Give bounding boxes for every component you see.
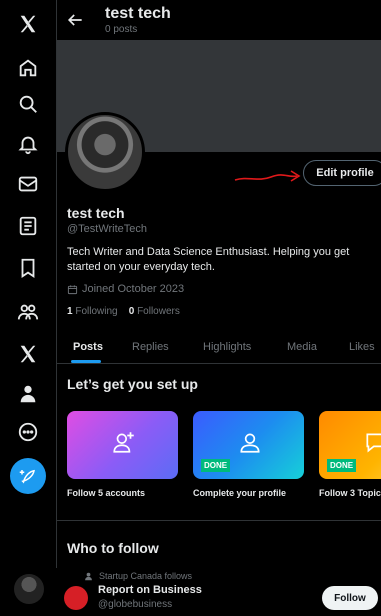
- tab-highlights[interactable]: Highlights: [203, 341, 251, 353]
- home-icon[interactable]: [12, 52, 44, 84]
- profile-main: test tech 0 posts Edit profile test tech…: [56, 0, 381, 616]
- followers-label: Followers: [137, 306, 180, 317]
- add-person-icon: [113, 432, 134, 453]
- done-badge: DONE: [201, 459, 231, 472]
- x-logo-icon[interactable]: [12, 8, 44, 40]
- joined-date: Joined October 2023: [67, 283, 184, 295]
- feather-plus-icon: [19, 469, 35, 484]
- calendar-icon: [67, 284, 78, 294]
- profile-person-icon[interactable]: [12, 378, 44, 410]
- suggested-account-name[interactable]: Report on Business: [98, 584, 202, 596]
- red-annotation-arrow: [234, 170, 301, 182]
- premium-x-icon[interactable]: [12, 338, 44, 370]
- follow-stats: 1 Following 0 Followers: [67, 306, 180, 317]
- header-posts-count: 0 posts: [105, 24, 138, 35]
- followers-link[interactable]: 0 Followers: [129, 306, 180, 317]
- edit-profile-button[interactable]: Edit profile: [303, 160, 381, 186]
- bookmarks-icon[interactable]: [12, 252, 44, 284]
- who-to-follow-row[interactable]: Startup Canada follows Report on Busines…: [56, 568, 381, 616]
- more-options-icon[interactable]: [12, 416, 44, 448]
- search-icon[interactable]: [12, 88, 44, 120]
- compose-post-button[interactable]: [10, 458, 46, 494]
- setup-card-label: Follow 3 Topics: [319, 488, 381, 498]
- tab-likes[interactable]: Likes: [349, 341, 375, 353]
- active-tab-indicator: [71, 360, 101, 363]
- following-count: 1: [67, 306, 73, 317]
- followers-count: 0: [128, 306, 135, 317]
- header-title: test tech: [105, 5, 171, 22]
- profile-header-bar: test tech 0 posts: [57, 0, 381, 40]
- who-to-follow-title: Who to follow: [67, 540, 159, 556]
- communities-icon[interactable]: [12, 296, 44, 328]
- person-icon: [240, 433, 260, 453]
- profile-avatar[interactable]: [65, 112, 145, 192]
- report-on-business-avatar[interactable]: [64, 586, 88, 610]
- app-frame: test tech 0 posts Edit profile test tech…: [0, 0, 381, 616]
- tab-media[interactable]: Media: [287, 341, 317, 353]
- tab-replies[interactable]: Replies: [132, 341, 169, 353]
- section-divider: [57, 520, 381, 521]
- setup-card-label: Follow 5 accounts: [67, 488, 146, 498]
- speech-bubble-icon: [366, 433, 381, 453]
- joined-text: Joined October 2023: [82, 283, 185, 295]
- person-small-icon: [85, 572, 92, 580]
- follow-context: Startup Canada follows: [84, 571, 192, 581]
- setup-card-follow-accounts[interactable]: [67, 411, 178, 479]
- messages-mail-icon[interactable]: [12, 168, 44, 200]
- profile-handle: @TestWriteTech: [67, 223, 148, 235]
- profile-tabs: Posts Replies Highlights Media Likes: [57, 330, 381, 364]
- left-nav: [0, 0, 56, 616]
- setup-card-label: Complete your profile: [193, 488, 287, 498]
- following-label: Following: [75, 306, 118, 317]
- follow-button[interactable]: Follow: [322, 586, 378, 610]
- suggested-account-handle: @globebusiness: [98, 599, 173, 610]
- setup-section-title: Let’s get you set up: [67, 376, 198, 392]
- back-arrow-icon[interactable]: [65, 10, 85, 30]
- account-avatar[interactable]: [14, 574, 44, 604]
- profile-name: test tech: [67, 205, 125, 221]
- tab-posts[interactable]: Posts: [73, 341, 103, 353]
- setup-card-complete-profile[interactable]: DONE: [193, 411, 304, 479]
- notifications-bell-icon[interactable]: [12, 128, 44, 160]
- following-link[interactable]: 1 Following: [67, 306, 118, 317]
- done-badge: DONE: [327, 459, 357, 472]
- lists-icon[interactable]: [12, 210, 44, 242]
- setup-card-follow-topics[interactable]: DONE: [319, 411, 381, 479]
- follow-context-text: Startup Canada follows: [99, 571, 193, 581]
- profile-bio: Tech Writer and Data Science Enthusiast.…: [67, 246, 350, 273]
